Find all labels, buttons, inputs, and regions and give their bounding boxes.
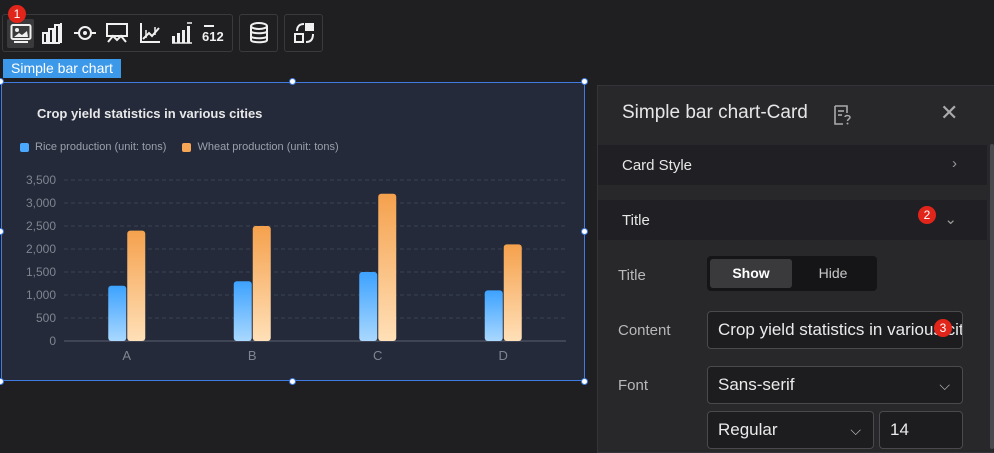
hide-option[interactable]: Hide — [792, 259, 874, 288]
font-weight-value: Regular — [718, 420, 778, 439]
close-icon[interactable]: ✕ — [940, 102, 958, 124]
title-content-value: Crop yield statistics in various cities — [718, 320, 963, 339]
chevron-down-icon: ⌄ — [944, 211, 957, 228]
bar-wheat — [378, 193, 397, 341]
resize-handle-bl[interactable] — [0, 378, 4, 385]
chevron-right-icon: › — [952, 155, 957, 172]
resize-handle-bm[interactable] — [289, 378, 296, 385]
title-visibility-toggle: Show Hide — [707, 256, 877, 291]
data-toolbar — [239, 14, 278, 52]
image-card-icon — [10, 24, 32, 43]
badge-3: 3 — [934, 319, 952, 337]
document-help-icon — [834, 105, 851, 125]
resize-handle-tr[interactable] — [581, 78, 588, 85]
chart-toolbar: 1 612 — [2, 4, 233, 52]
panel-title: Simple bar chart-Card — [622, 102, 808, 123]
section-card-style[interactable]: Card Style › — [598, 145, 987, 185]
font-label: Font — [618, 377, 649, 394]
content-label: Content — [618, 322, 671, 339]
bar-wheat — [127, 230, 146, 341]
bar-chart-icon — [41, 23, 62, 44]
title-content-input[interactable]: Crop yield statistics in various cities … — [707, 311, 963, 349]
target-button[interactable] — [72, 19, 99, 48]
bar-rice — [484, 290, 503, 341]
y-tick-label: 3,500 — [26, 173, 56, 187]
properties-panel: Simple bar chart-Card ✕ Card Style › Tit… — [597, 85, 994, 453]
map-card-button[interactable] — [104, 19, 131, 48]
font-family-value: Sans-serif — [718, 375, 795, 394]
bar-rice — [108, 285, 127, 341]
bar-chart-button[interactable] — [39, 19, 66, 48]
section-card-style-label: Card Style — [622, 156, 693, 174]
title-visibility-label: Title — [618, 267, 646, 284]
x-tick-label: A — [122, 348, 131, 363]
step-chart-button[interactable] — [168, 19, 195, 48]
bar-wheat — [503, 244, 522, 341]
y-tick-label: 0 — [49, 334, 56, 348]
panel-scrollbar[interactable] — [990, 144, 994, 449]
resize-handle-tm[interactable] — [289, 78, 296, 85]
show-option[interactable]: Show — [710, 259, 792, 288]
chart-name-tag[interactable]: Simple bar chart — [3, 59, 121, 78]
y-tick-label: 500 — [36, 311, 56, 325]
y-tick-label: 1,000 — [26, 288, 56, 302]
database-button[interactable] — [244, 19, 273, 48]
line-chart-icon — [139, 23, 160, 43]
font-weight-select[interactable]: Regular ⌵ — [707, 411, 874, 449]
number-card-icon-text: 612 — [202, 29, 224, 44]
badge-2: 2 — [918, 206, 936, 224]
x-tick-label: B — [248, 348, 257, 363]
x-tick-label: D — [499, 348, 508, 363]
resize-handle-mr[interactable] — [581, 228, 588, 235]
y-tick-label: 1,500 — [26, 265, 56, 279]
resize-handle-br[interactable] — [581, 378, 588, 385]
bar-chart-card[interactable]: Crop yield statistics in various cities … — [1, 82, 585, 381]
y-tick-label: 3,000 — [26, 196, 56, 210]
bar-wheat — [252, 226, 271, 341]
chart-plot: 0 500 1,000 1,500 2,000 2,500 3,000 3,500 A B C D — [26, 173, 566, 363]
y-tick-label: 2,000 — [26, 242, 56, 256]
chevron-down-icon: ⌵ — [939, 377, 950, 393]
step-chart-icon — [172, 22, 193, 44]
database-icon — [249, 22, 268, 44]
x-tick-label: C — [373, 348, 382, 363]
shapes-icon — [293, 23, 314, 43]
section-title-label: Title — [622, 211, 650, 229]
panel-doc-button[interactable] — [832, 104, 852, 131]
bar-rice — [233, 281, 252, 341]
badge-1: 1 — [8, 4, 26, 23]
font-size-input[interactable]: 14 — [879, 411, 963, 449]
image-card-button[interactable]: 1 — [7, 4, 35, 48]
y-tick-label: 2,500 — [26, 219, 56, 233]
map-card-icon — [106, 23, 129, 43]
number-card-icon: 612 — [202, 25, 224, 44]
font-family-select[interactable]: Sans-serif ⌵ — [707, 366, 963, 404]
line-chart-button[interactable] — [136, 19, 163, 48]
target-icon — [74, 26, 97, 40]
font-size-value: 14 — [890, 420, 909, 439]
chevron-down-icon: ⌵ — [850, 422, 861, 438]
shapes-button[interactable] — [289, 19, 318, 48]
interaction-toolbar — [284, 14, 323, 52]
bar-rice — [359, 272, 378, 341]
section-title[interactable]: Title ⌄ 2 — [598, 200, 987, 240]
number-card-button[interactable]: 612 — [201, 19, 228, 48]
